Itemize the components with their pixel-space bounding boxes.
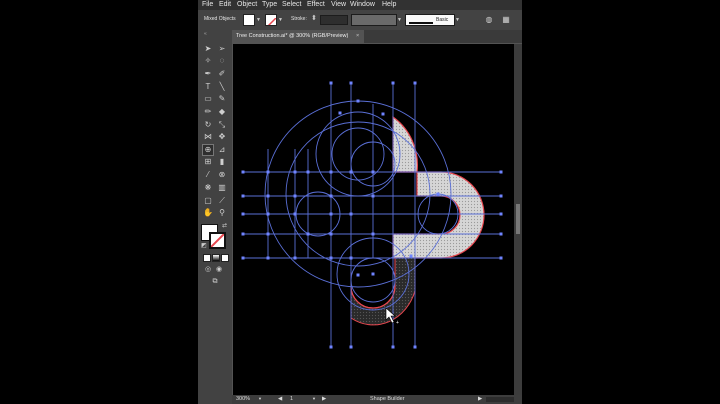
screen-mode-icon[interactable]: ⧉ [210, 277, 220, 287]
blend-tool-icon[interactable]: ⊗ [217, 170, 227, 180]
scale-tool-icon[interactable]: ⤡ [217, 120, 227, 130]
width-tool-icon[interactable]: ⋈ [203, 132, 213, 142]
column-graph-icon[interactable]: ▥ [217, 183, 227, 193]
shape-builder-tool-icon[interactable]: ⊕ [202, 144, 214, 156]
stroke-color-box[interactable] [209, 232, 226, 249]
paintbrush-icon[interactable]: ✎ [217, 94, 227, 104]
artboard-tool-icon[interactable]: ▢ [203, 196, 213, 206]
scroll-thumb[interactable] [516, 204, 520, 234]
arrange-documents-icon[interactable]: ▦ [501, 15, 511, 25]
selected-shape-loop[interactable] [392, 171, 485, 259]
chevron-down-icon[interactable]: ▼ [312, 396, 316, 401]
curvature-tool-icon[interactable]: ✐ [217, 69, 227, 79]
zoom-level[interactable]: 300% [236, 396, 250, 402]
artboard-number[interactable]: 1 [290, 396, 293, 402]
color-mode-icon[interactable] [203, 254, 211, 262]
gradient-tool-icon[interactable]: ▮ [217, 157, 227, 167]
draw-mode-icon[interactable]: ◎ [203, 265, 213, 275]
illustrator-window: File Edit Object Type Select Effect View… [198, 0, 522, 404]
horizontal-scrollbar[interactable] [486, 397, 514, 402]
tools-panel: « ➤ ➢ ✧ ◌ ✒ ✐ T ╲ ▭ ✎ ✏ ◆ ↻ ⤡ ⋈ ✥ ⊕ ⊿ ⊞ … [198, 30, 232, 404]
perspective-grid-icon[interactable]: ⊿ [217, 145, 227, 155]
selected-shape-stem[interactable] [392, 115, 418, 173]
eyedropper-icon[interactable]: ⁄ [203, 170, 213, 180]
selection-type-label: Mixed Objects [204, 16, 236, 22]
gradient-mode-icon[interactable] [212, 254, 220, 262]
stroke-swatch[interactable] [265, 14, 277, 26]
rotate-tool-icon[interactable]: ↻ [203, 120, 213, 130]
magic-wand-icon[interactable]: ✧ [203, 56, 213, 66]
chevron-down-icon[interactable]: ▼ [258, 396, 262, 401]
brush-name: Basic [436, 17, 449, 23]
menu-file[interactable]: File [202, 1, 213, 8]
symbol-sprayer-icon[interactable]: ❋ [203, 183, 213, 193]
chevron-down-icon[interactable]: ▼ [256, 17, 261, 23]
status-menu-icon[interactable]: ▶ [478, 396, 482, 402]
variable-width-profile[interactable] [351, 14, 397, 26]
chevron-down-icon[interactable]: ▼ [397, 17, 402, 23]
line-tool-icon[interactable]: ╲ [217, 82, 227, 92]
rectangle-tool-icon[interactable]: ▭ [203, 94, 213, 104]
slice-tool-icon[interactable]: ⟋ [217, 196, 227, 206]
pen-tool-icon[interactable]: ✒ [203, 69, 213, 79]
collapse-panel-icon[interactable]: « [204, 31, 207, 37]
menu-edit[interactable]: Edit [219, 1, 231, 8]
pencil-icon[interactable]: ✏ [203, 107, 213, 117]
hand-tool-icon[interactable]: ✋ [203, 208, 213, 218]
eraser-icon[interactable]: ◆ [217, 107, 227, 117]
current-tool-name: Shape Builder [370, 396, 405, 402]
menu-window[interactable]: Window [350, 1, 375, 8]
fill-swatch[interactable] [243, 14, 255, 26]
selection-tool-icon[interactable]: ➤ [203, 44, 213, 54]
menu-view[interactable]: View [331, 1, 346, 8]
menu-help[interactable]: Help [382, 1, 396, 8]
vertical-scrollbar[interactable] [514, 44, 522, 395]
draw-behind-icon[interactable]: ◉ [214, 265, 224, 275]
svg-text:+: + [396, 320, 399, 326]
stroke-label: Stroke: [291, 16, 307, 22]
construction-drawing[interactable]: + [233, 44, 514, 395]
chevron-down-icon[interactable]: ▼ [278, 17, 283, 23]
chevron-down-icon[interactable]: ▼ [455, 17, 460, 23]
free-transform-icon[interactable]: ✥ [217, 132, 227, 142]
next-artboard-icon[interactable]: ▶ [322, 396, 326, 402]
direct-selection-tool-icon[interactable]: ➢ [217, 44, 227, 54]
document-tab[interactable]: Tree Construction.ai* @ 300% (RGB/Previe… [232, 30, 364, 43]
recolor-artwork-icon[interactable]: ◍ [484, 15, 494, 25]
default-colors-icon[interactable]: ◩ [201, 242, 207, 249]
artboard-canvas[interactable]: + [233, 44, 514, 395]
menu-effect[interactable]: Effect [307, 1, 325, 8]
menu-type[interactable]: Type [262, 1, 277, 8]
shape-segment-dark[interactable] [350, 257, 416, 326]
close-tab-icon[interactable]: × [356, 33, 359, 39]
document-tab-bar: Tree Construction.ai* @ 300% (RGB/Previe… [232, 30, 522, 43]
none-mode-icon[interactable] [221, 254, 229, 262]
lasso-icon[interactable]: ◌ [217, 56, 227, 66]
prev-artboard-icon[interactable]: ◀ [278, 396, 282, 402]
zoom-tool-icon[interactable]: ⚲ [217, 208, 227, 218]
menu-select[interactable]: Select [282, 1, 301, 8]
no-stroke-icon [211, 234, 224, 247]
brush-definition[interactable]: Basic [405, 14, 455, 26]
swap-colors-icon[interactable]: ⇄ [222, 222, 227, 229]
stroke-stepper-icon[interactable]: ⬍ [311, 14, 317, 22]
type-tool-icon[interactable]: T [203, 82, 213, 92]
status-bar: 300% ▼ ◀ 1 ▼ ▶ Shape Builder ▶ [232, 395, 522, 404]
stroke-weight-field[interactable] [320, 15, 348, 25]
construction-circles [264, 100, 459, 311]
menu-object[interactable]: Object [237, 1, 257, 8]
document-tab-title: Tree Construction.ai* @ 300% (RGB/Previe… [236, 33, 349, 39]
mesh-tool-icon[interactable]: ⊞ [203, 157, 213, 167]
menu-bar: File Edit Object Type Select Effect View… [198, 0, 522, 10]
control-bar: Mixed Objects ▼ ▼ Stroke: ⬍ ▼ Basic ▼ ◍ … [198, 10, 522, 31]
no-stroke-icon [267, 17, 276, 25]
